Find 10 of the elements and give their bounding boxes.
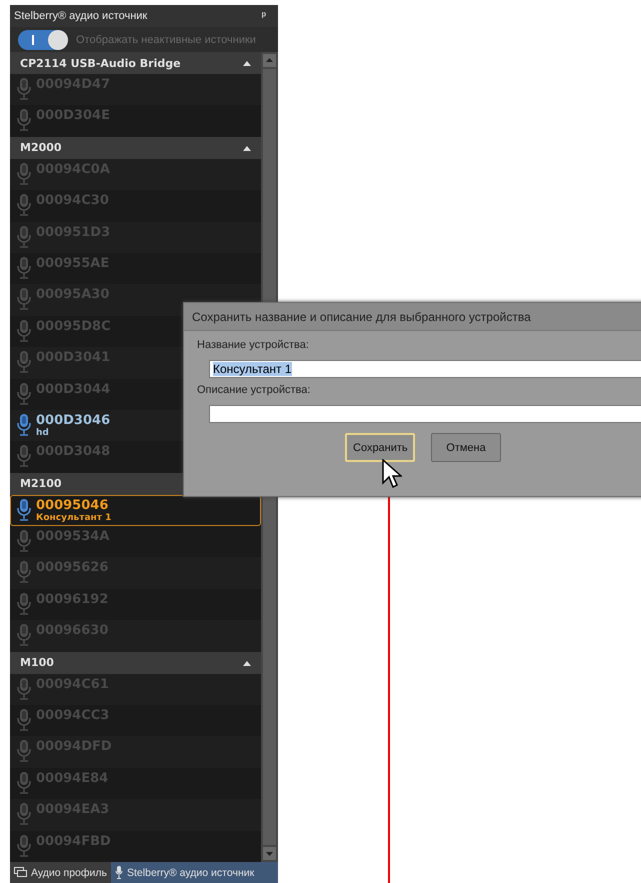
device-id: 00095046 bbox=[36, 498, 110, 513]
device-id: 000D3046 bbox=[36, 412, 110, 428]
group-name: M2100 bbox=[20, 477, 62, 490]
group-name: CP2114 USB-Audio Bridge bbox=[20, 56, 181, 70]
group-name: M2000 bbox=[20, 141, 62, 154]
device-name: Консультант 1 bbox=[36, 512, 112, 523]
group-name: M100 bbox=[20, 656, 54, 670]
device-name: hd bbox=[36, 428, 50, 438]
panel-title: Stelberry® аудио источник bbox=[14, 10, 148, 22]
toggle-label: Отображать неактивные источники bbox=[76, 34, 256, 46]
